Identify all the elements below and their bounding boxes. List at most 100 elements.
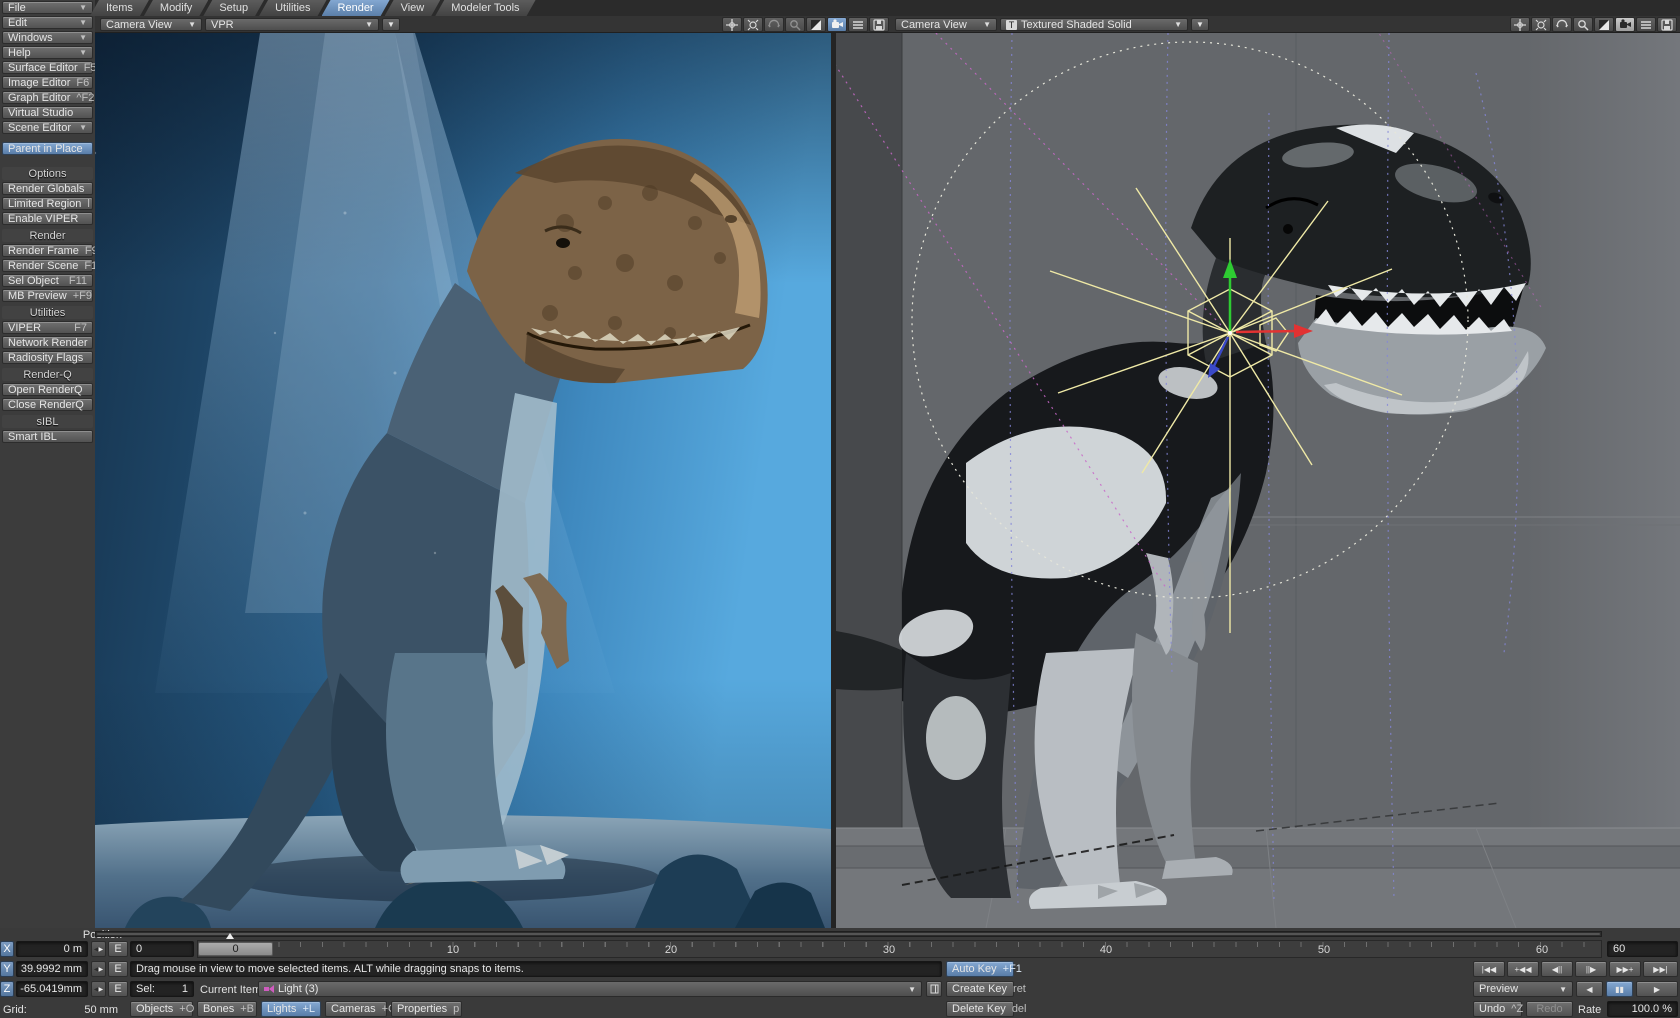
- timeline-slider-handle[interactable]: 0: [198, 942, 273, 956]
- menu-icon[interactable]: [1636, 17, 1656, 32]
- menu-icon[interactable]: [848, 17, 868, 32]
- redo-button[interactable]: Redo: [1526, 1001, 1573, 1017]
- scene-editor-button[interactable]: Scene Editor▼: [2, 121, 93, 134]
- right-render-mode-dropdown[interactable]: T Textured Shaded Solid▼: [1000, 18, 1188, 31]
- properties-button[interactable]: Propertiesp: [391, 1001, 462, 1017]
- twist-icon[interactable]: [1552, 17, 1572, 32]
- current-item-dropdown[interactable]: Light (3) ▼: [258, 981, 922, 997]
- rate-label: Rate: [1578, 1004, 1601, 1016]
- go-to-end-button[interactable]: ▶▶|: [1643, 961, 1678, 977]
- item-list-icon[interactable]: [926, 981, 942, 997]
- y-position-field[interactable]: 39.9992 mm: [16, 961, 88, 977]
- viper-button[interactable]: VIPERF7: [2, 321, 93, 334]
- next-keyframe-button[interactable]: ▶▶+: [1609, 961, 1641, 977]
- maximize-icon[interactable]: [1594, 17, 1614, 32]
- tab-items[interactable]: Items: [90, 0, 149, 16]
- bones-button[interactable]: Bones+B: [197, 1001, 257, 1017]
- textured-mode-badge: T: [1006, 20, 1017, 30]
- x-envelope-button[interactable]: E: [108, 941, 128, 957]
- z-nudge-control[interactable]: ◀▶: [91, 981, 106, 997]
- parent-in-place-button[interactable]: Parent in Place: [2, 142, 93, 155]
- maximize-icon[interactable]: [806, 17, 826, 32]
- close-renderq-button[interactable]: Close RenderQ: [2, 398, 93, 411]
- left-view-type-dropdown[interactable]: Camera View▼: [100, 18, 202, 31]
- image-editor-button[interactable]: Image EditorF6: [2, 76, 93, 89]
- virtual-studio-button[interactable]: Virtual Studio: [2, 106, 93, 119]
- previous-keyframe-button[interactable]: +◀◀: [1507, 961, 1539, 977]
- right-viewport-opengl[interactable]: [836, 33, 1680, 928]
- go-to-start-button[interactable]: |◀◀: [1473, 961, 1505, 977]
- play-button[interactable]: ▶: [1636, 981, 1678, 997]
- rate-field[interactable]: 100.0 %: [1607, 1001, 1678, 1017]
- network-render-button[interactable]: Network Render: [2, 336, 93, 349]
- left-viewport-vpr-render[interactable]: [95, 33, 831, 928]
- step-forward-button[interactable]: ||▶: [1575, 961, 1607, 977]
- menu-windows[interactable]: Windows▼: [2, 31, 93, 44]
- render-scene-button[interactable]: Render SceneF10: [2, 259, 93, 272]
- y-envelope-button[interactable]: E: [108, 961, 128, 977]
- y-nudge-control[interactable]: ◀▶: [91, 961, 106, 977]
- right-view-type-dropdown[interactable]: Camera View▼: [895, 18, 997, 31]
- tab-modify[interactable]: Modify: [144, 0, 208, 16]
- selection-count-field[interactable]: Sel:1: [130, 981, 194, 997]
- render-frame-button[interactable]: Render FrameF9: [2, 244, 93, 257]
- surface-editor-button[interactable]: Surface EditorF5: [2, 61, 93, 74]
- zoom-icon[interactable]: [1573, 17, 1593, 32]
- left-render-mode-dropdown[interactable]: VPR▼: [205, 18, 379, 31]
- step-back-button[interactable]: ◀||: [1541, 961, 1573, 977]
- enable-viper-button[interactable]: Enable VIPER: [2, 212, 93, 225]
- tab-modeler-tools[interactable]: Modeler Tools: [435, 0, 535, 16]
- pause-button[interactable]: ▮▮: [1606, 981, 1633, 997]
- cameras-button[interactable]: Cameras+C: [325, 1001, 387, 1017]
- create-key-button[interactable]: Create Keyret: [946, 981, 1014, 997]
- tab-utilities[interactable]: Utilities: [259, 0, 326, 16]
- preview-dropdown[interactable]: Preview▼: [1473, 981, 1573, 997]
- pan-icon[interactable]: [1510, 17, 1530, 32]
- light-icon: [264, 985, 274, 993]
- save-icon[interactable]: [869, 17, 889, 32]
- menu-file[interactable]: File▼: [2, 1, 93, 14]
- smart-ibl-button[interactable]: Smart IBL: [2, 430, 93, 443]
- current-frame-field[interactable]: 0: [130, 941, 194, 957]
- menu-help[interactable]: Help▼: [2, 46, 93, 59]
- end-frame-field[interactable]: 60: [1607, 941, 1678, 957]
- sel-object-button[interactable]: Sel ObjectF11: [2, 274, 93, 287]
- x-nudge-control[interactable]: ◀▶: [91, 941, 106, 957]
- save-icon[interactable]: [1657, 17, 1677, 32]
- camera-icon[interactable]: [827, 17, 847, 32]
- z-envelope-button[interactable]: E: [108, 981, 128, 997]
- tab-view[interactable]: View: [385, 0, 441, 16]
- rotate-icon[interactable]: [1531, 17, 1551, 32]
- auto-key-button[interactable]: Auto Key+F1: [946, 961, 1014, 977]
- x-position-field[interactable]: 0 m: [16, 941, 88, 957]
- timeline-ruler[interactable]: 10 20 30 40 50 60 0: [197, 940, 1602, 958]
- tab-setup[interactable]: Setup: [203, 0, 264, 16]
- tab-render[interactable]: Render: [322, 0, 390, 16]
- open-renderq-button[interactable]: Open RenderQ: [2, 383, 93, 396]
- y-axis-button[interactable]: Y: [0, 961, 14, 977]
- left-viewport-extra-dropdown[interactable]: ▼: [382, 18, 400, 31]
- viewport-scrollbar[interactable]: [95, 931, 1602, 937]
- twist-icon[interactable]: [764, 17, 784, 32]
- chevron-down-icon: ▼: [180, 20, 196, 29]
- right-viewport-extra-dropdown[interactable]: ▼: [1191, 18, 1209, 31]
- limited-region-button[interactable]: Limited Regionl: [2, 197, 93, 210]
- objects-button[interactable]: Objects+O: [130, 1001, 193, 1017]
- delete-key-button[interactable]: Delete Keydel: [946, 1001, 1014, 1017]
- z-position-field[interactable]: -65.0419mm: [16, 981, 88, 997]
- camera-icon[interactable]: [1615, 17, 1635, 32]
- menu-edit[interactable]: Edit▼: [2, 16, 93, 29]
- zoom-icon[interactable]: [785, 17, 805, 32]
- radiosity-flags-button[interactable]: Radiosity Flags: [2, 351, 93, 364]
- x-axis-button[interactable]: X: [0, 941, 14, 957]
- mb-preview-button[interactable]: MB Preview+F9: [2, 289, 93, 302]
- z-axis-button[interactable]: Z: [0, 981, 14, 997]
- lights-button[interactable]: Lights+L: [261, 1001, 321, 1017]
- left-viewport-toolbar: [722, 17, 889, 32]
- render-globals-button[interactable]: Render Globals: [2, 182, 93, 195]
- graph-editor-button[interactable]: Graph Editor^F2: [2, 91, 93, 104]
- pan-icon[interactable]: [722, 17, 742, 32]
- rotate-icon[interactable]: [743, 17, 763, 32]
- undo-button[interactable]: Undo^Z: [1473, 1001, 1522, 1017]
- play-reverse-button[interactable]: ◀: [1576, 981, 1603, 997]
